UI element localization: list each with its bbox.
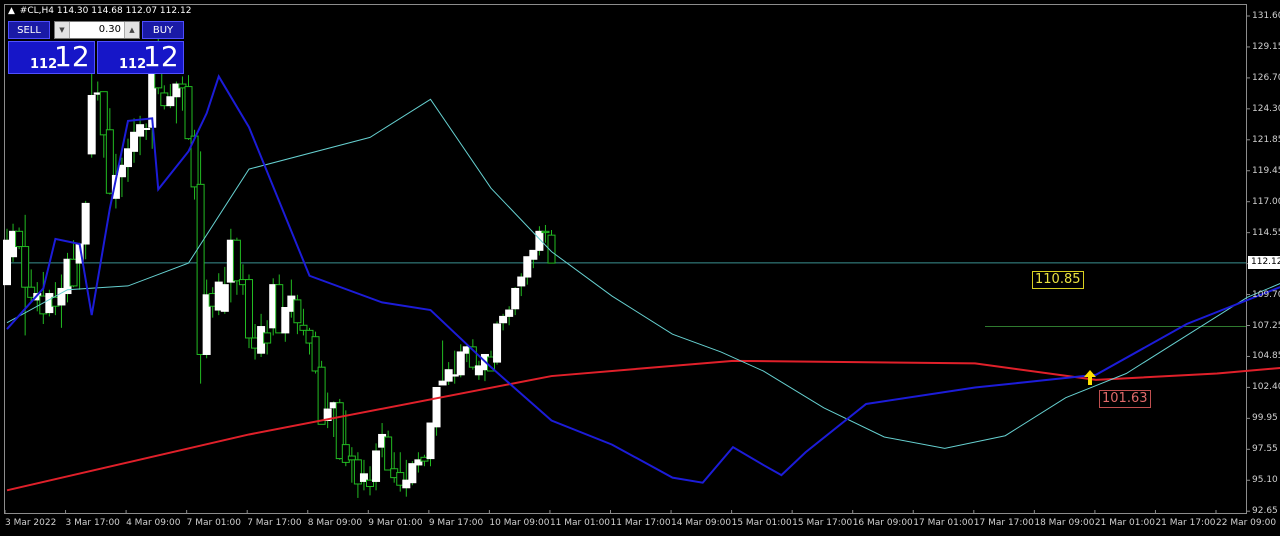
- candle-body: [438, 380, 447, 386]
- time-tick-label: 3 Mar 2022: [5, 518, 57, 528]
- time-tick-label: 21 Mar 01:00: [1094, 518, 1155, 528]
- candle-body: [81, 202, 90, 245]
- price-tick-label: 131.60: [1252, 11, 1280, 21]
- time-tick-label: 7 Mar 01:00: [186, 518, 242, 528]
- one-click-trading-panel: SELL ▼ 0.30 ▲ BUY 112 12 112 12: [8, 21, 184, 74]
- time-tick-label: 3 Mar 17:00: [65, 518, 120, 528]
- current-price-tag: 112.12: [1248, 256, 1280, 269]
- price-tick-label: 99.95: [1252, 413, 1278, 424]
- price-tick-label: 102.40: [1252, 382, 1280, 393]
- candle-body: [232, 239, 241, 282]
- time-tick-label: 15 Mar 01:00: [731, 518, 792, 528]
- collapse-triangle-icon[interactable]: ▲: [8, 6, 15, 16]
- time-tick-label: 9 Mar 01:00: [368, 518, 423, 528]
- price-tick-label: 92.65: [1252, 506, 1278, 517]
- price-tick-label: 124.30: [1252, 103, 1280, 114]
- candle-body: [529, 249, 538, 260]
- sell-price-big: 12: [54, 40, 90, 73]
- price-tick-label: 126.70: [1252, 72, 1280, 83]
- sell-price-button[interactable]: 112 12: [8, 40, 95, 74]
- lot-stepper[interactable]: ▼ 0.30 ▲: [54, 21, 140, 39]
- decrease-lot-icon[interactable]: ▼: [55, 22, 70, 38]
- symbol-label: #CL,H4: [19, 6, 54, 16]
- buy-button[interactable]: BUY: [142, 21, 184, 39]
- time-tick-label: 10 Mar 09:00: [489, 518, 550, 528]
- low-price-label[interactable]: 101.63: [1099, 390, 1151, 408]
- price-tick-label: 114.55: [1252, 227, 1280, 238]
- candle-body: [372, 450, 381, 482]
- time-tick-label: 16 Mar 09:00: [852, 518, 913, 528]
- candle-body: [15, 230, 24, 248]
- time-tick-label: 11 Mar 17:00: [610, 518, 671, 528]
- time-tick-label: 9 Mar 17:00: [428, 518, 484, 528]
- candle-body: [493, 323, 502, 363]
- candle-body: [456, 351, 465, 376]
- candle-body: [299, 324, 308, 331]
- time-tick-label: 15 Mar 17:00: [792, 518, 853, 528]
- sell-button[interactable]: SELL: [8, 21, 50, 39]
- candle-body: [505, 309, 514, 317]
- candle-body: [523, 256, 532, 278]
- candle-body: [347, 455, 356, 461]
- candle-body: [184, 86, 193, 140]
- time-tick-label: 22 Mar 09:00: [1216, 518, 1277, 528]
- candle-body: [408, 463, 417, 484]
- candle-body: [511, 287, 520, 310]
- candle-body: [541, 230, 550, 234]
- candle-body: [220, 284, 229, 312]
- chart-title: ▲ #CL,H4 114.30 114.68 112.07 112.12: [8, 6, 191, 16]
- price-tick-label: 129.15: [1252, 41, 1280, 52]
- time-tick-label: 14 Mar 09:00: [671, 518, 732, 528]
- candle-body: [293, 299, 302, 324]
- candle-body: [21, 246, 30, 288]
- candle-body: [166, 96, 175, 107]
- buy-price-button[interactable]: 112 12: [97, 40, 184, 74]
- high-price-label[interactable]: 110.85: [1032, 271, 1084, 289]
- candle-body: [87, 94, 96, 155]
- price-tick-label: 107.25: [1252, 320, 1280, 331]
- chart-window[interactable]: ▲ #CL,H4 114.30 114.68 112.07 112.12 SEL…: [0, 0, 1280, 536]
- candle-body: [517, 276, 526, 287]
- ohlc-readout: 114.30 114.68 112.07 112.12: [56, 6, 192, 16]
- time-tick-label: 7 Mar 17:00: [247, 518, 302, 528]
- time-tick-label: 17 Mar 01:00: [913, 518, 974, 528]
- buy-price-big: 12: [143, 40, 179, 73]
- price-tick-label: 95.10: [1252, 475, 1278, 486]
- price-tick-label: 119.45: [1252, 165, 1280, 176]
- increase-lot-icon[interactable]: ▲: [124, 22, 139, 38]
- candle-body: [426, 422, 435, 460]
- price-chart[interactable]: [0, 0, 1280, 536]
- candle-body: [311, 336, 320, 372]
- candle-body: [136, 124, 145, 137]
- time-tick-label: 17 Mar 17:00: [973, 518, 1034, 528]
- candle-body: [499, 315, 508, 324]
- price-tick-label: 117.00: [1252, 196, 1280, 207]
- time-tick-label: 11 Mar 01:00: [549, 518, 611, 528]
- candle-body: [263, 332, 272, 344]
- lot-size-value[interactable]: 0.30: [99, 22, 121, 38]
- price-tick-label: 121.85: [1252, 134, 1280, 145]
- time-tick-label: 4 Mar 09:00: [126, 518, 181, 528]
- price-tick-label: 104.85: [1252, 351, 1280, 362]
- candle-body: [384, 436, 393, 471]
- price-tick-label: 109.70: [1252, 289, 1280, 300]
- time-tick-label: 18 Mar 09:00: [1034, 518, 1095, 528]
- candle-body: [245, 279, 253, 339]
- time-tick-label: 8 Mar 09:00: [307, 518, 363, 528]
- candle-body: [432, 386, 441, 428]
- time-tick-label: 21 Mar 17:00: [1155, 518, 1216, 528]
- candle-body: [99, 91, 108, 136]
- price-tick-label: 97.55: [1252, 444, 1278, 455]
- candle-body: [142, 127, 151, 130]
